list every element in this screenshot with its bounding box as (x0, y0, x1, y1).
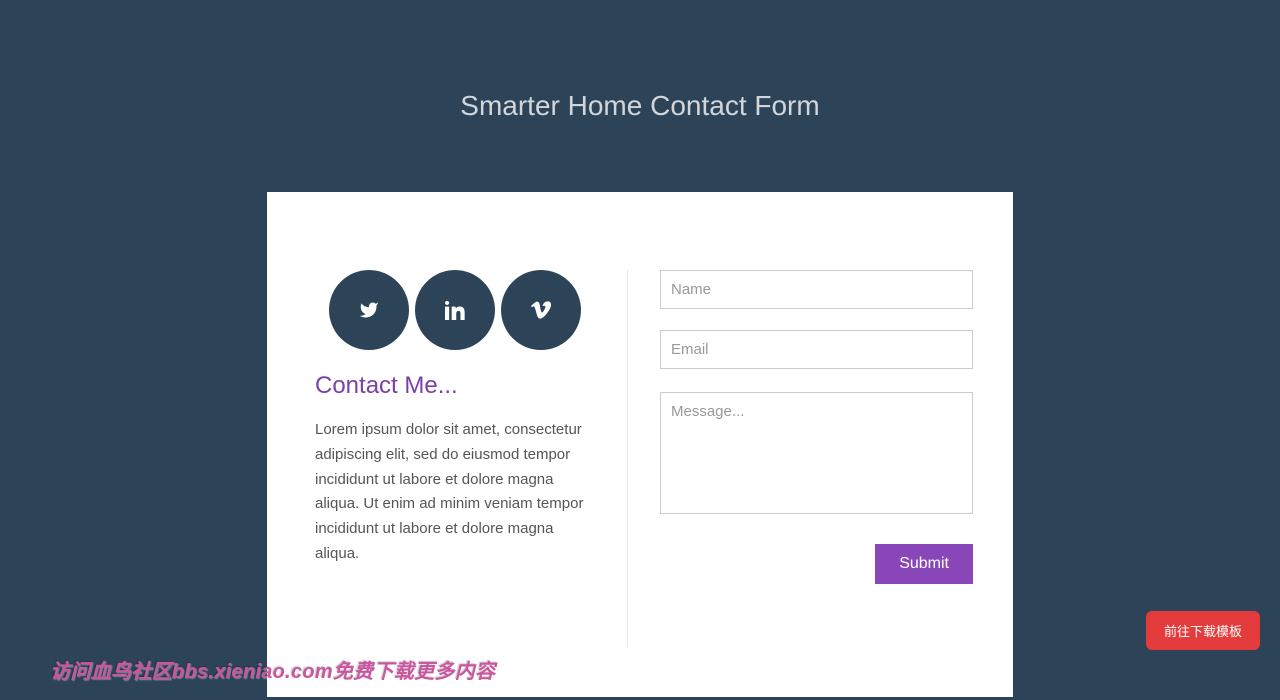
linkedin-icon[interactable] (415, 270, 495, 350)
right-column: Submit (627, 270, 973, 647)
twitter-icon[interactable] (329, 270, 409, 350)
message-textarea[interactable] (660, 392, 973, 514)
contact-heading: Contact Me... (315, 372, 597, 400)
watermark-text: 访问血鸟社区bbs.xieniao.com免费下载更多内容 (50, 655, 495, 684)
vimeo-icon[interactable] (501, 270, 581, 350)
contact-card: Contact Me... Lorem ipsum dolor sit amet… (267, 192, 1013, 697)
left-column: Contact Me... Lorem ipsum dolor sit amet… (307, 270, 627, 647)
email-input[interactable] (660, 330, 973, 369)
contact-description: Lorem ipsum dolor sit amet, consectetur … (315, 418, 597, 567)
page-title: Smarter Home Contact Form (0, 0, 1280, 192)
download-badge[interactable]: 前往下载模板 (1146, 611, 1260, 650)
social-icons-row (329, 270, 597, 350)
name-input[interactable] (660, 270, 973, 309)
submit-button[interactable]: Submit (875, 544, 973, 584)
